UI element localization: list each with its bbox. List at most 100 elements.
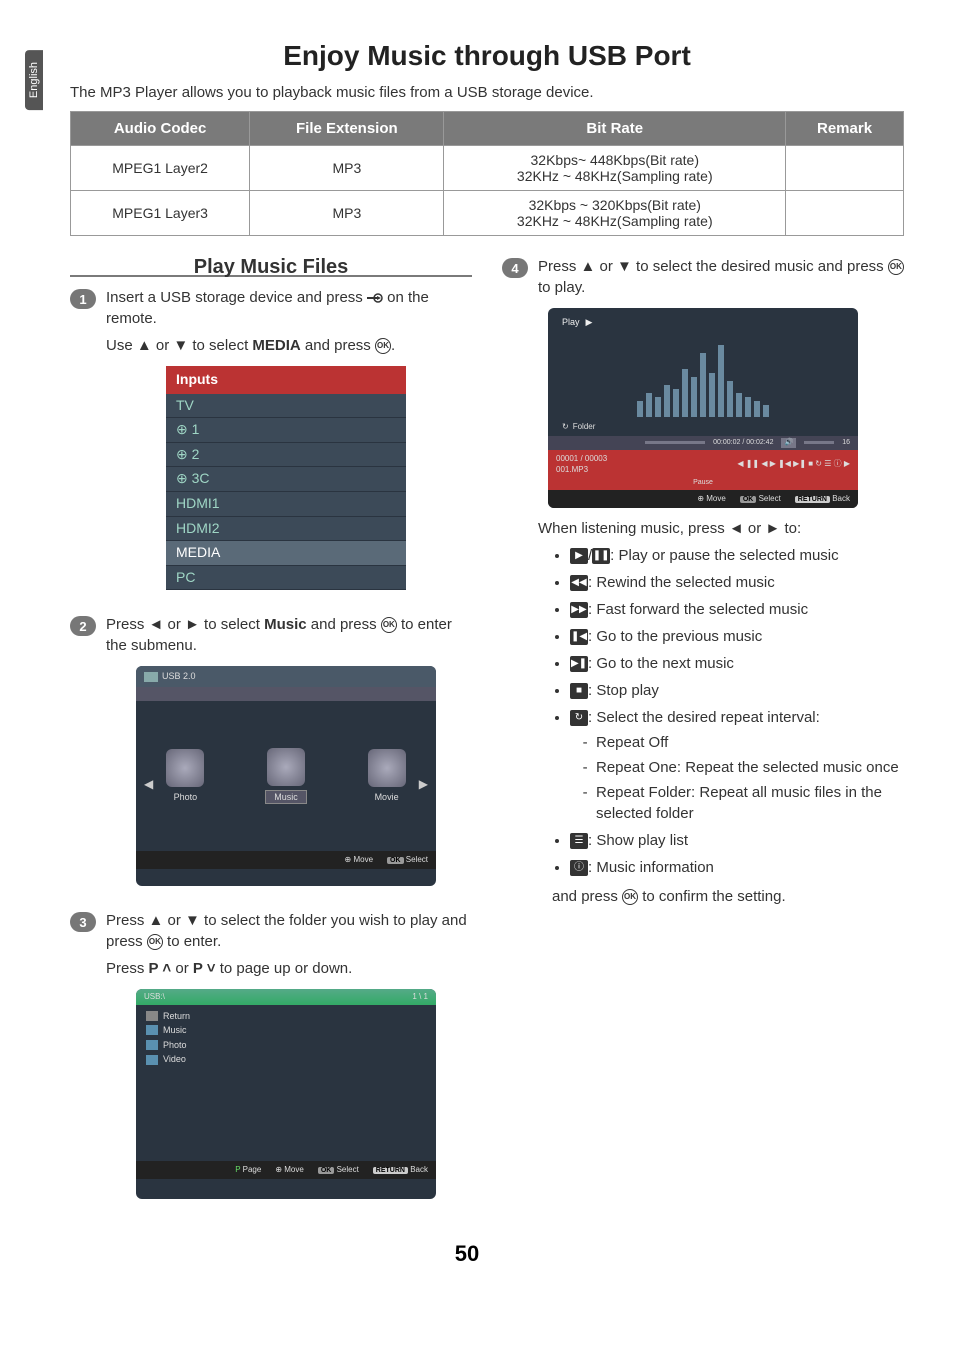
ok-icon: OK <box>147 934 163 950</box>
folder-item: Video <box>146 1052 426 1067</box>
footer-select: OK Select <box>740 493 781 505</box>
folder-icon <box>146 1040 158 1050</box>
action-rewind: ◀◀: Rewind the selected music <box>570 572 904 593</box>
table-row: MPEG1 Layer3 MP3 32Kbps ~ 320Kbps(Bit ra… <box>71 191 904 236</box>
inputs-menu-screenshot: Inputs TV ⊕ 1 ⊕ 2 ⊕ 3C HDMI1 HDMI2 MEDIA… <box>166 366 406 590</box>
inputs-item: PC <box>166 566 406 591</box>
folder-list-screenshot: USB:\1 \ 1 Return Music Photo Video P Pa… <box>136 989 436 1199</box>
action-play-pause: ▶/❚❚: Play or pause the selected music <box>570 545 904 566</box>
action-playlist: ☰: Show play list <box>570 830 904 851</box>
action-prev: ❚◀: Go to the previous music <box>570 626 904 647</box>
step-number-3: 3 <box>70 912 96 932</box>
ok-icon: OK <box>381 617 397 633</box>
usb-label: USB 2.0 <box>162 670 196 683</box>
inputs-header: Inputs <box>166 366 406 394</box>
inputs-item-selected: MEDIA <box>166 541 406 566</box>
return-icon <box>146 1011 158 1021</box>
language-tab: English <box>25 50 43 110</box>
ok-key-icon: OK <box>318 1167 335 1174</box>
play-label: Play <box>562 316 580 329</box>
nav-icon: ⊕ <box>345 855 352 864</box>
next-track-icon: ▶❚ <box>570 656 588 672</box>
folder-item: Photo <box>146 1038 426 1053</box>
player-controls: ◀ ❚❚ ◀ ▶ ❚◀ ▶❚ ■ ↻ ☰ ⓘ ▶ <box>737 458 850 469</box>
prev-track-icon: ❚◀ <box>570 629 588 645</box>
av-icon: ⊕ <box>176 421 192 437</box>
photo-tile-icon <box>166 749 204 787</box>
step4-text: Press ▲ or ▼ to select the desired music… <box>538 256 904 298</box>
playlist-icon: ☰ <box>570 833 588 849</box>
left-arrow-icon: ◀ <box>144 776 153 793</box>
action-ff: ▶▶: Fast forward the selected music <box>570 599 904 620</box>
table-header-row: Audio Codec File Extension Bit Rate Rema… <box>71 112 904 146</box>
actions-intro: When listening music, press ◄ or ► to: <box>538 518 904 539</box>
av-icon: ⊕ <box>176 446 192 462</box>
step-number-1: 1 <box>70 289 96 309</box>
pause-label: Pause <box>548 478 858 490</box>
cell-rate: 32Kbps~ 448Kbps(Bit rate)32KHz ~ 48KHz(S… <box>444 146 786 191</box>
right-arrow-icon: ▶ <box>419 776 428 793</box>
track-filename: 001.MP3 <box>556 464 607 475</box>
stop-icon: ■ <box>570 683 588 699</box>
step1-text-a: Insert a USB storage device and press on… <box>106 287 472 329</box>
page-title: Enjoy Music through USB Port <box>70 40 904 72</box>
th-ext: File Extension <box>250 112 444 146</box>
music-player-screenshot: Play ▶ ↻Folder 00:00:02 / 00:02:42🔊16 00… <box>548 308 858 508</box>
step1-text-b: Use ▲ or ▼ to select MEDIA and press OK. <box>106 335 472 356</box>
return-key-icon: RETURN <box>795 496 830 503</box>
repeat-off: Repeat Off <box>596 732 904 753</box>
footer-page: P Page <box>235 1164 261 1176</box>
th-remark: Remark <box>786 112 904 146</box>
folder-icon <box>146 1055 158 1065</box>
intro-text: The MP3 Player allows you to playback mu… <box>70 84 904 101</box>
ok-icon: OK <box>622 889 638 905</box>
media-browse-screenshot: USB 2.0 Photo Music Movie ◀ ▶ ⊕ Move OK … <box>136 666 436 886</box>
folder-icon <box>146 1025 158 1035</box>
cell-codec: MPEG1 Layer2 <box>71 146 250 191</box>
ok-key-icon: OK <box>740 496 757 503</box>
music-label: Music <box>265 790 307 805</box>
volume-icon: 🔊 <box>781 438 796 448</box>
equalizer-icon <box>548 337 858 417</box>
inputs-item: TV <box>166 394 406 419</box>
footer-move: ⊕ Move <box>697 493 726 505</box>
rewind-icon: ◀◀ <box>570 575 588 591</box>
step2-text: Press ◄ or ► to select Music and press O… <box>106 614 472 656</box>
play-icon: ▶ <box>586 316 593 329</box>
step3-text-a: Press ▲ or ▼ to select the folder you wi… <box>106 910 472 952</box>
folder-item: Music <box>146 1023 426 1038</box>
footer-back: RETURN Back <box>373 1164 428 1176</box>
usb-drive-icon <box>144 672 158 682</box>
action-stop: ■: Stop play <box>570 680 904 701</box>
inputs-item: ⊕ 2 <box>166 443 406 468</box>
step-number-2: 2 <box>70 616 96 636</box>
folder-mode-label: Folder <box>573 421 596 432</box>
footer-select: OK Select <box>318 1164 359 1176</box>
inputs-item: ⊕ 1 <box>166 418 406 443</box>
cell-remark <box>786 191 904 236</box>
footer-move: ⊕ Move <box>275 1164 304 1176</box>
footer-back: RETURN Back <box>795 493 850 505</box>
repeat-one: Repeat One: Repeat the selected music on… <box>596 757 904 778</box>
cell-remark <box>786 146 904 191</box>
footer-move: ⊕ Move <box>345 854 374 866</box>
volume-bar <box>804 441 834 444</box>
nav-icon: ⊕ <box>275 1165 282 1174</box>
repeat-folder: Repeat Folder: Repeat all music files in… <box>596 782 904 824</box>
th-codec: Audio Codec <box>71 112 250 146</box>
table-row: MPEG1 Layer2 MP3 32Kbps~ 448Kbps(Bit rat… <box>71 146 904 191</box>
photo-label: Photo <box>174 791 198 804</box>
time-display: 00:00:02 / 00:02:42 <box>713 438 773 448</box>
inputs-item: HDMI1 <box>166 492 406 517</box>
volume-value: 16 <box>842 438 850 448</box>
action-next: ▶❚: Go to the next music <box>570 653 904 674</box>
cell-rate: 32Kbps ~ 320Kbps(Bit rate)32KHz ~ 48KHz(… <box>444 191 786 236</box>
inputs-item: HDMI2 <box>166 517 406 542</box>
cell-ext: MP3 <box>250 191 444 236</box>
nav-icon: ⊕ <box>697 494 704 503</box>
cell-codec: MPEG1 Layer3 <box>71 191 250 236</box>
ok-icon: OK <box>375 338 391 354</box>
play-icon: ▶ <box>570 548 588 564</box>
fast-forward-icon: ▶▶ <box>570 602 588 618</box>
repeat-icon: ↻ <box>570 710 588 726</box>
